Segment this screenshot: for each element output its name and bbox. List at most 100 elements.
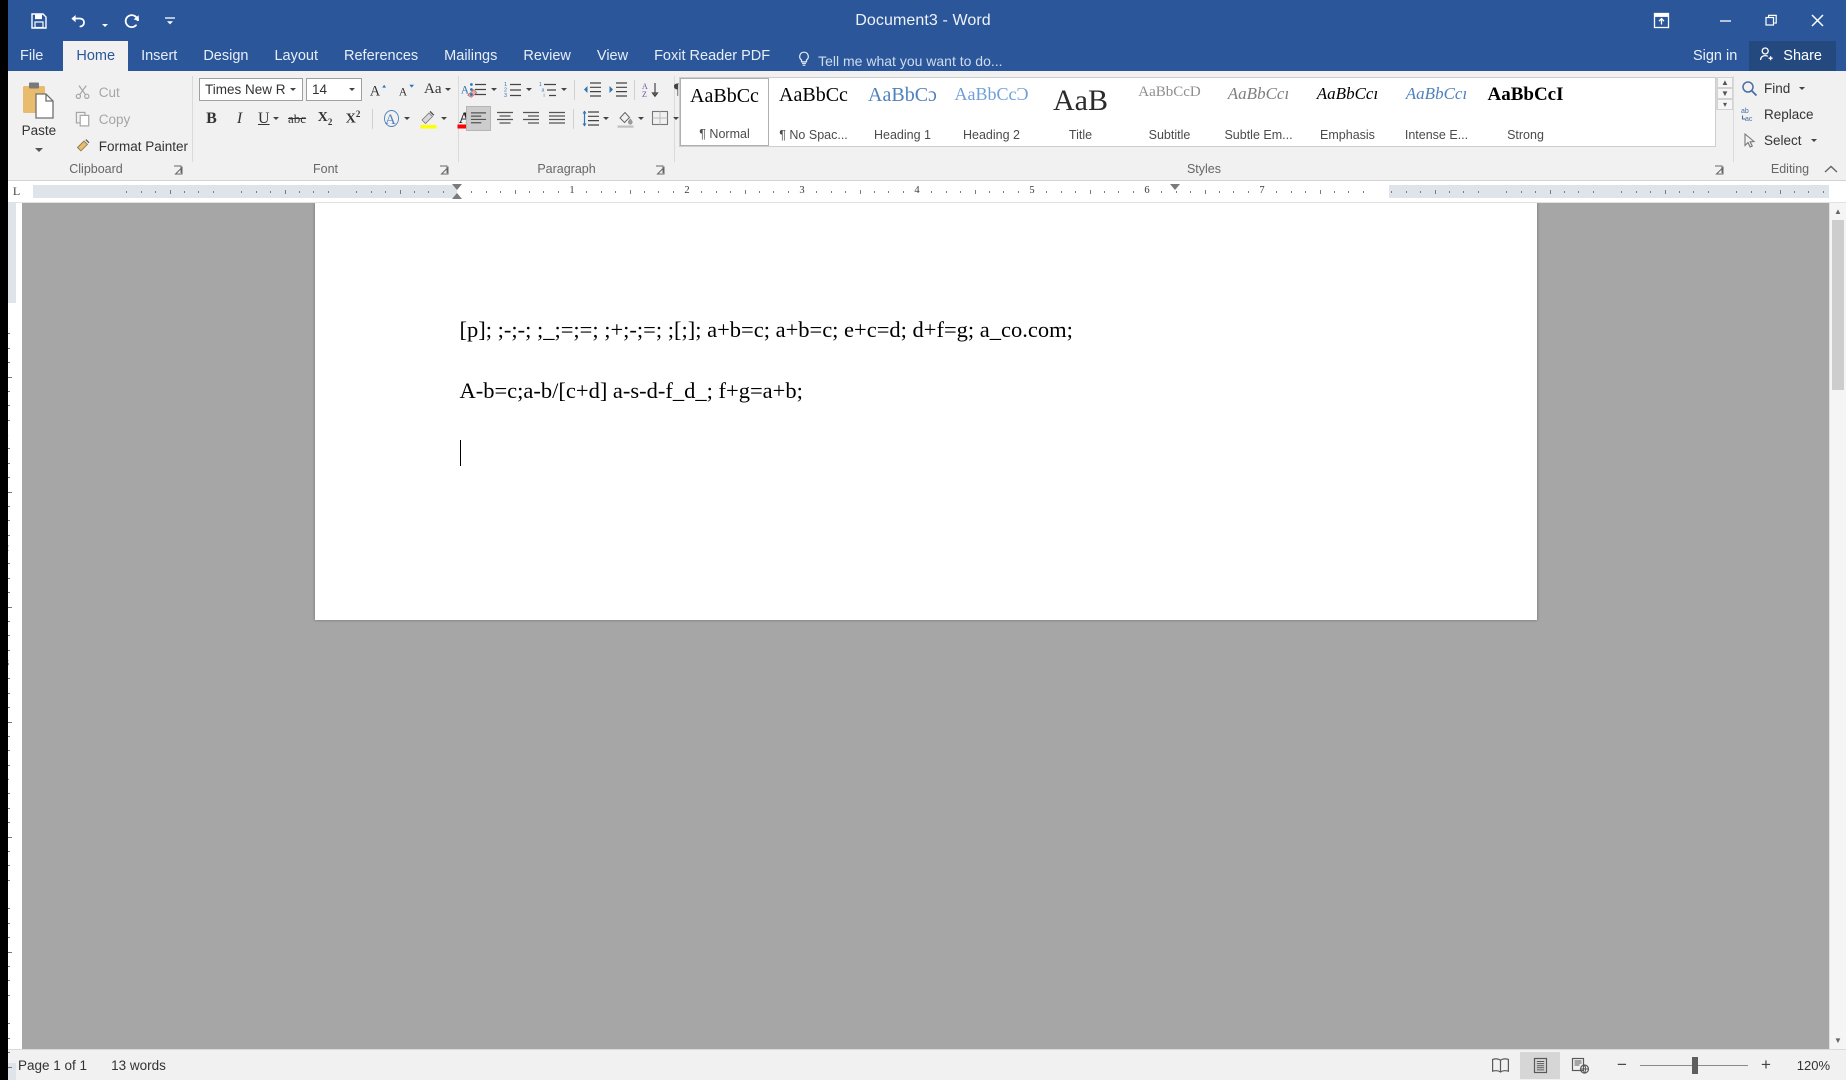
ribbon-display-options-icon[interactable]	[1638, 0, 1684, 41]
align-left-button[interactable]	[466, 106, 491, 131]
word-count[interactable]: 13 words	[99, 1058, 178, 1073]
cut-button[interactable]: Cut	[70, 80, 192, 104]
paragraph-dialog-launcher[interactable]	[654, 165, 668, 179]
zoom-out-button[interactable]: −	[1614, 1055, 1630, 1074]
font-size-combo[interactable]: 14	[306, 78, 362, 101]
scrollbar-thumb[interactable]	[1832, 220, 1844, 390]
style-item-subtitle[interactable]: AaBbCcD Subtitle	[1125, 78, 1214, 146]
paste-dropdown-caret-icon[interactable]	[34, 139, 43, 157]
shrink-font-button[interactable]: A	[393, 77, 418, 102]
document-paragraph-3[interactable]	[459, 440, 1392, 466]
change-case-button[interactable]: Aa	[421, 77, 454, 102]
styles-dialog-launcher[interactable]	[1713, 165, 1727, 179]
share-button[interactable]: Share	[1749, 41, 1836, 71]
undo-dropdown-caret-icon[interactable]	[98, 6, 111, 36]
tab-insert[interactable]: Insert	[128, 41, 190, 71]
sort-button[interactable]: AZ	[639, 77, 664, 102]
indent-marker[interactable]	[1170, 184, 1180, 190]
superscript-button[interactable]: X2	[341, 106, 366, 131]
zoom-level[interactable]: 120%	[1784, 1058, 1830, 1073]
font-dialog-launcher[interactable]	[438, 165, 452, 179]
style-item-emphasis[interactable]: AaBbCcı Emphasis	[1303, 78, 1392, 146]
select-button[interactable]: Select	[1740, 128, 1817, 153]
sign-in-button[interactable]: Sign in	[1681, 48, 1749, 64]
tab-review[interactable]: Review	[510, 41, 584, 71]
text-effects-button[interactable]: A	[379, 106, 413, 131]
undo-icon[interactable]	[60, 6, 94, 36]
zoom-in-button[interactable]: +	[1758, 1055, 1774, 1074]
copy-button[interactable]: Copy	[70, 107, 192, 131]
collapse-ribbon-icon[interactable]	[1824, 164, 1838, 178]
align-center-button[interactable]	[492, 106, 517, 131]
subscript-button[interactable]: X2	[313, 106, 338, 131]
italic-button[interactable]: I	[227, 106, 252, 131]
save-icon[interactable]	[22, 6, 56, 36]
grow-font-button[interactable]: A	[365, 77, 390, 102]
close-icon[interactable]	[1794, 0, 1840, 41]
tab-view[interactable]: View	[584, 41, 641, 71]
paste-button[interactable]: Paste	[8, 76, 70, 157]
style-item-strong[interactable]: AaBbCcI Strong	[1481, 78, 1570, 146]
print-layout-button[interactable]	[1520, 1051, 1560, 1079]
decrease-indent-button[interactable]	[579, 77, 604, 102]
minimize-icon[interactable]	[1702, 0, 1748, 41]
replace-button[interactable]: ab ac Replace	[1740, 102, 1814, 127]
strikethrough-button[interactable]: abc	[285, 106, 310, 131]
tab-design[interactable]: Design	[190, 41, 261, 71]
clipboard-dialog-launcher[interactable]	[172, 165, 186, 179]
style-item-intense-emphasis[interactable]: AaBbCcı Intense E...	[1392, 78, 1481, 146]
tell-me-search[interactable]: Tell me what you want to do...	[797, 51, 1003, 71]
text-highlight-color-button[interactable]	[416, 106, 450, 131]
tab-home[interactable]: Home	[63, 41, 129, 71]
find-button[interactable]: Find	[1740, 76, 1806, 101]
read-mode-button[interactable]	[1480, 1052, 1520, 1079]
web-layout-button[interactable]	[1560, 1052, 1600, 1079]
customize-quick-access-icon[interactable]	[153, 6, 187, 36]
style-item-normal[interactable]: AaBbCc ¶ Normal	[680, 78, 769, 146]
justify-button[interactable]	[544, 106, 569, 131]
styles-scroll-up-icon[interactable]: ▲	[1717, 77, 1733, 88]
tab-layout[interactable]: Layout	[261, 41, 331, 71]
styles-more-icon[interactable]: ▾	[1717, 99, 1733, 110]
font-size-caret-icon[interactable]	[344, 88, 359, 91]
scroll-down-icon[interactable]: ▼	[1830, 1032, 1846, 1049]
tab-mailings[interactable]: Mailings	[431, 41, 510, 71]
font-name-combo[interactable]: Times New Ro	[199, 78, 303, 101]
tab-foxit-reader-pdf[interactable]: Foxit Reader PDF	[641, 41, 783, 71]
bold-button[interactable]: B	[199, 106, 224, 131]
select-caret-icon[interactable]	[1810, 139, 1817, 142]
style-item-heading-2[interactable]: AaBbCcƆ Heading 2	[947, 78, 1036, 146]
zoom-slider[interactable]	[1640, 1056, 1748, 1074]
styles-scroll-down-icon[interactable]: ▼	[1717, 88, 1733, 99]
document-canvas[interactable]: [p]; ;-;-; ;_;=;=; ;+;-;=; ;[;]; a+b=c; …	[22, 203, 1829, 1049]
line-spacing-button[interactable]	[578, 106, 612, 131]
restore-icon[interactable]	[1748, 0, 1794, 41]
bullets-button[interactable]	[466, 77, 500, 102]
redo-icon[interactable]	[115, 6, 149, 36]
style-item-no-spacing[interactable]: AaBbCc ¶ No Spac...	[769, 78, 858, 146]
underline-button[interactable]: U	[255, 106, 282, 131]
format-painter-button[interactable]: Format Painter	[70, 134, 192, 158]
page-indicator[interactable]: Page 1 of 1	[6, 1058, 99, 1073]
find-caret-icon[interactable]	[1799, 87, 1806, 90]
style-item-title[interactable]: AaB Title	[1036, 78, 1125, 146]
shading-button[interactable]	[613, 106, 647, 131]
align-right-button[interactable]	[518, 106, 543, 131]
document-paragraph-1[interactable]: [p]; ;-;-; ;_;=;=; ;+;-;=; ;[;]; a+b=c; …	[460, 318, 1392, 342]
style-item-subtle-emphasis[interactable]: AaBbCcı Subtle Em...	[1214, 78, 1303, 146]
style-item-heading-1[interactable]: AaBbCɔ Heading 1	[858, 78, 947, 146]
indent-marker[interactable]	[452, 193, 462, 199]
scroll-up-icon[interactable]: ▲	[1830, 203, 1846, 220]
font-name-caret-icon[interactable]	[285, 88, 300, 91]
tab-file[interactable]: File	[0, 41, 64, 71]
horizontal-ruler[interactable]: 1 2 3 4 5 6 7	[33, 184, 1829, 199]
numbering-button[interactable]: 123	[501, 77, 535, 102]
multilevel-list-button[interactable]: 1ai	[536, 77, 570, 102]
tab-references[interactable]: References	[331, 41, 431, 71]
document-page[interactable]: [p]; ;-;-; ;_;=;=; ;+;-;=; ;[;]; a+b=c; …	[314, 203, 1537, 620]
vertical-scrollbar[interactable]: ▲ ▼	[1829, 203, 1846, 1049]
document-paragraph-2[interactable]: A-b=c;a-b/[c+d] a-s-d-f_d_; f+g=a+b;	[460, 379, 1392, 403]
zoom-slider-thumb[interactable]	[1692, 1056, 1698, 1074]
increase-indent-button[interactable]	[605, 77, 630, 102]
indent-marker[interactable]	[452, 184, 462, 190]
